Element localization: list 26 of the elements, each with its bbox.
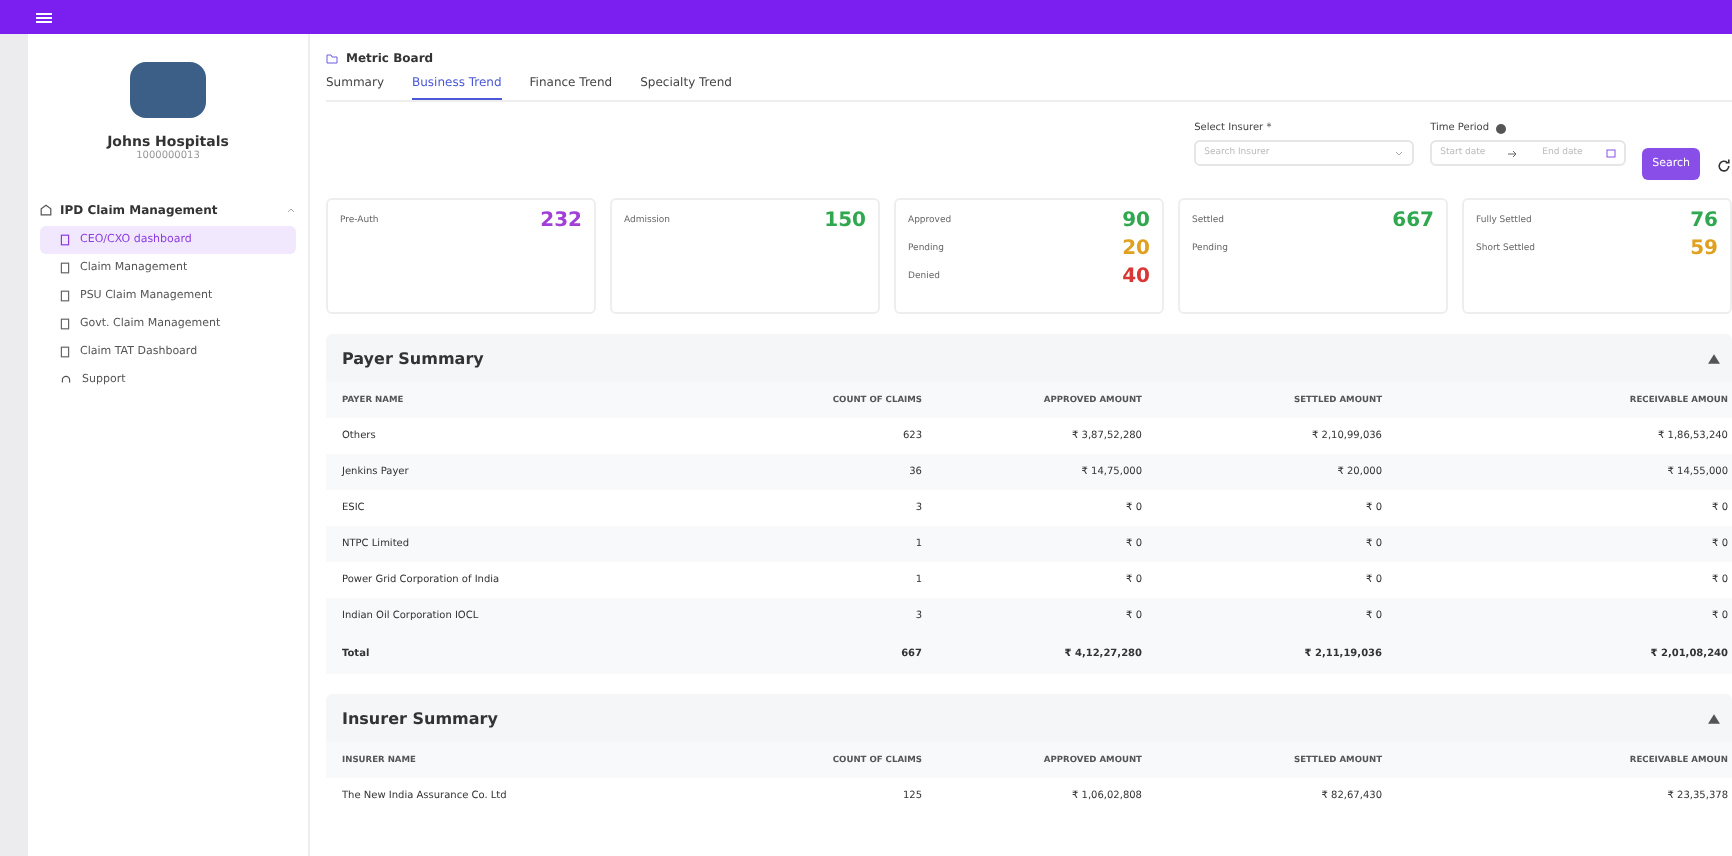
calendar-icon [1606, 148, 1617, 158]
page-icon [60, 318, 70, 330]
collapse-icon[interactable] [1708, 713, 1720, 723]
arrow-icon [1508, 149, 1519, 157]
metric-value: 59 [1690, 238, 1718, 260]
metric-value: 76 [1690, 210, 1718, 232]
refresh-icon[interactable] [1716, 158, 1732, 174]
metric-value: 20 [1122, 238, 1150, 260]
panel-title: Payer Summary [342, 349, 484, 367]
folder-icon [326, 53, 338, 63]
page-icon [60, 234, 70, 246]
collapse-icon[interactable] [1708, 353, 1720, 363]
logo-placeholder [130, 62, 206, 118]
info-icon [1495, 123, 1506, 133]
building-icon [40, 204, 52, 216]
menu-icon[interactable] [36, 11, 52, 23]
metric-value: 40 [1122, 266, 1150, 288]
headset-icon [60, 374, 72, 386]
page-icon [60, 346, 70, 358]
page-icon [60, 262, 70, 274]
page-icon [60, 290, 70, 302]
metric-value: 90 [1122, 210, 1150, 232]
panel-title: Insurer Summary [342, 709, 498, 727]
metric-value: 150 [824, 210, 866, 232]
metric-value: 667 [1392, 210, 1434, 232]
metric-value: 232 [540, 210, 582, 232]
